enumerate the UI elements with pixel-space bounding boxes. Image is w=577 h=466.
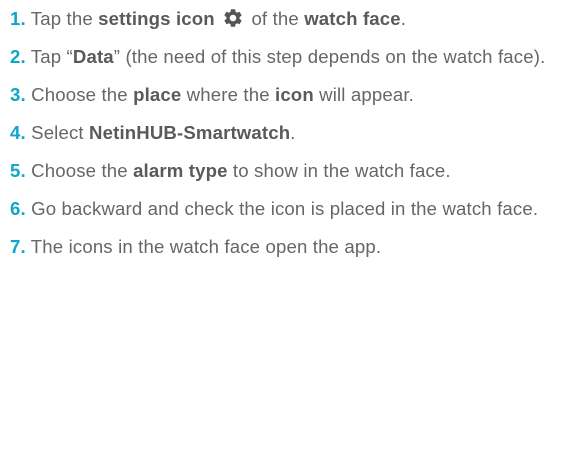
step-text: Choose the (31, 84, 134, 105)
step-text: . (290, 122, 296, 143)
step-number: 4. (10, 122, 26, 143)
step-number: 2. (10, 46, 26, 67)
step-text: of the (246, 8, 305, 29)
step-emphasis: place (133, 84, 182, 105)
step-2: 2. Tap “Data” (the need of this step dep… (10, 41, 575, 72)
step-text: Tap the (30, 8, 99, 29)
step-emphasis: settings icon (98, 8, 215, 29)
step-emphasis: alarm type (133, 160, 228, 181)
step-emphasis: Data (72, 46, 114, 67)
step-5: 5. Choose the alarm type to show in the … (10, 155, 575, 186)
step-text: . (400, 8, 407, 29)
step-6: 6. Go backward and check the icon is pla… (10, 193, 575, 224)
step-text: Go backward and check the icon is placed… (31, 198, 539, 219)
step-emphasis: icon (275, 84, 314, 105)
instruction-steps: 1. Tap the settings icon of the watch fa… (10, 3, 575, 269)
step-text: where the (181, 84, 275, 105)
step-emphasis: NetinHUB-Smartwatch (89, 122, 291, 143)
step-text: will appear. (313, 84, 414, 105)
step-text: Tap “ (30, 46, 73, 67)
step-number: 7. (10, 236, 26, 257)
step-text: The icons in the watch face open the app… (30, 236, 382, 257)
step-1: 1. Tap the settings icon of the watch fa… (10, 3, 575, 34)
step-4: 4. Select NetinHUB-Smartwatch. (10, 117, 575, 148)
step-emphasis: watch face (304, 8, 401, 29)
step-text: ” (the need of this step depends on the … (113, 46, 546, 67)
step-number: 6. (10, 198, 26, 219)
step-number: 5. (10, 160, 26, 181)
gear-icon (222, 7, 244, 29)
step-text: to show in the watch face. (227, 160, 451, 181)
step-7: 7. The icons in the watch face open the … (10, 231, 575, 262)
step-text: Select (31, 122, 90, 143)
step-text: Choose the (31, 160, 134, 181)
step-number: 3. (10, 84, 26, 105)
step-3: 3. Choose the place where the icon will … (10, 79, 575, 110)
step-number: 1. (10, 8, 26, 29)
